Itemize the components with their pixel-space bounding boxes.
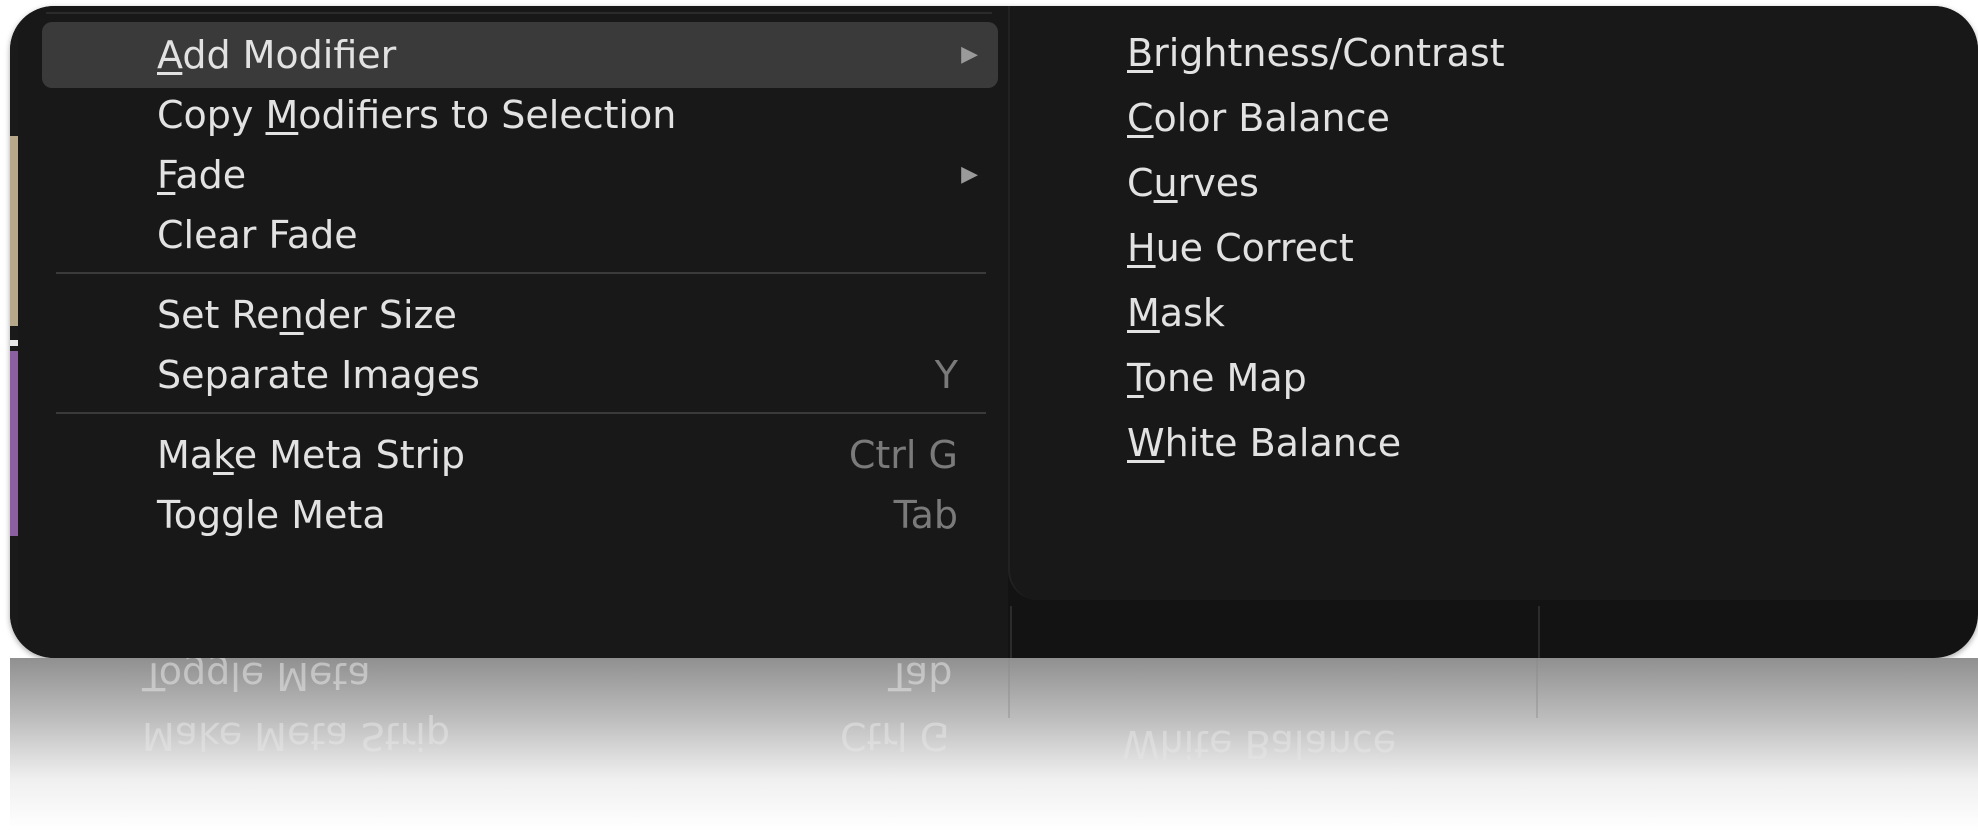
strip-context-menu: Add Modifier ▶ Copy Modifiers to Selecti… — [18, 6, 1008, 658]
submenu-item-mask[interactable]: Mask — [1010, 280, 1970, 346]
reflection-grid-line — [1008, 658, 1010, 718]
add-modifier-submenu: Brightness/Contrast Color Balance Curves… — [1008, 6, 1978, 600]
submenu-arrow-icon: ▶ — [961, 42, 978, 67]
menu-separator — [56, 412, 986, 414]
submenu-item-tone-map[interactable]: Tone Map — [1010, 345, 1970, 411]
window-reflection: Toggle Meta Tab Make Meta Strip Ctrl G W… — [10, 658, 1978, 832]
menu-item-fade[interactable]: Fade ▶ — [42, 142, 998, 208]
submenu-arrow-icon: ▶ — [961, 162, 978, 187]
sequencer-background — [10, 6, 18, 658]
reflection-text: Make Meta Strip — [142, 714, 450, 758]
reflection-text: Toggle Meta — [142, 658, 371, 698]
submenu-item-curves[interactable]: Curves — [1010, 150, 1970, 216]
timeline-grid-line — [1010, 606, 1012, 658]
menu-item-label: Add Modifier — [157, 33, 397, 77]
reflection-text: White Balance — [1122, 722, 1397, 766]
submenu-item-brightness-contrast[interactable]: Brightness/Contrast — [1010, 20, 1970, 86]
strip-color-white — [10, 340, 18, 346]
timeline-grid-line — [1538, 606, 1540, 658]
context-menu-window: Add Modifier ▶ Copy Modifiers to Selecti… — [10, 6, 1978, 658]
menu-top-border — [46, 12, 992, 14]
shortcut-label: Tab — [893, 493, 958, 537]
menu-item-add-modifier[interactable]: Add Modifier ▶ — [42, 22, 998, 88]
submenu-item-color-balance[interactable]: Color Balance — [1010, 85, 1970, 151]
shortcut-label: Y — [934, 353, 958, 397]
menu-item-separate-images[interactable]: Separate Images Y — [42, 342, 998, 408]
menu-item-label: Clear Fade — [157, 213, 358, 257]
menu-item-toggle-meta[interactable]: Toggle Meta Tab — [42, 482, 998, 548]
strip-color-tan — [10, 136, 18, 326]
menu-item-label: Copy Modifiers to Selection — [157, 93, 677, 137]
menu-item-set-render-size[interactable]: Set Render Size — [42, 282, 998, 348]
reflection-grid-line — [1536, 658, 1538, 718]
submenu-item-white-balance[interactable]: White Balance — [1010, 410, 1970, 476]
reflection-text: Ctrl G — [840, 714, 950, 758]
menu-item-clear-fade[interactable]: Clear Fade — [42, 202, 998, 268]
menu-item-label: Make Meta Strip — [157, 433, 465, 477]
menu-item-label: Fade — [157, 153, 247, 197]
strip-color-purple — [10, 351, 18, 536]
menu-item-label: Separate Images — [157, 353, 480, 397]
submenu-item-hue-correct[interactable]: Hue Correct — [1010, 215, 1970, 281]
menu-item-label: Set Render Size — [157, 293, 457, 337]
menu-item-label: Toggle Meta — [157, 493, 386, 537]
reflection-text: Tab — [888, 658, 953, 698]
menu-item-make-meta-strip[interactable]: Make Meta Strip Ctrl G — [42, 422, 998, 488]
shortcut-label: Ctrl G — [848, 433, 958, 477]
menu-item-copy-modifiers-to-selection[interactable]: Copy Modifiers to Selection — [42, 82, 998, 148]
menu-separator — [56, 272, 986, 274]
